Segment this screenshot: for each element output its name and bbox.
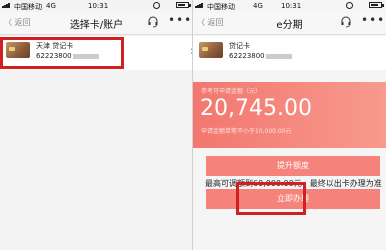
highlight-box [0, 37, 124, 69]
left-screen: 中国移动 4G 10:31 〈 返回 选择卡/账户 ••• 天津 贷记卡 622… [0, 0, 193, 250]
signal-icon [2, 2, 11, 8]
raise-limit-button[interactable]: 提升额度 [206, 156, 380, 176]
quota-panel: 参考可申请金额（元） 20,745.00 申请金额单笔不小于10,000.00元 [193, 82, 386, 148]
card-number: 62223800 [229, 52, 265, 60]
headset-icon[interactable] [341, 16, 351, 28]
time-label: 10:31 [88, 2, 109, 10]
status-bar: 中国移动 4G 10:31 [193, 0, 386, 12]
page-title: e分期 [276, 20, 303, 31]
carrier-label: 中国移动 [14, 3, 42, 11]
card-name: 贷记卡 [229, 42, 250, 50]
nav-bar: 〈 返回 e分期 ••• [193, 12, 386, 35]
quota-min-note: 申请金额单笔不小于10,000.00元 [201, 128, 292, 135]
more-icon[interactable]: ••• [168, 13, 192, 27]
carrier-label: 中国移动 [207, 3, 235, 11]
bank-card-icon [199, 42, 223, 58]
battery-icon [176, 2, 191, 8]
headset-icon[interactable] [148, 16, 158, 28]
selected-card[interactable]: 贷记卡 62223800 [193, 36, 386, 70]
quota-amount: 20,745.00 [200, 96, 312, 121]
network-label: 4G [46, 2, 56, 10]
page-title: 选择卡/账户 [69, 20, 124, 31]
alarm-icon [346, 2, 353, 9]
signal-icon [195, 2, 204, 8]
masked-digits [265, 53, 292, 59]
alarm-icon [153, 2, 160, 9]
quota-label: 参考可申请金额（元） [201, 88, 262, 95]
more-icon[interactable]: ••• [361, 13, 385, 27]
battery-icon [369, 2, 384, 8]
time-label: 10:31 [281, 2, 302, 10]
network-label: 4G [253, 2, 263, 10]
card-number-row: 62223800 [229, 52, 292, 60]
right-screen: 中国移动 4G 10:31 〈 返回 e分期 ••• 贷记卡 62223800 … [193, 0, 386, 250]
nav-bar: 〈 返回 选择卡/账户 ••• [0, 12, 193, 35]
highlight-box [236, 182, 306, 215]
status-bar: 中国移动 4G 10:31 [0, 0, 193, 12]
